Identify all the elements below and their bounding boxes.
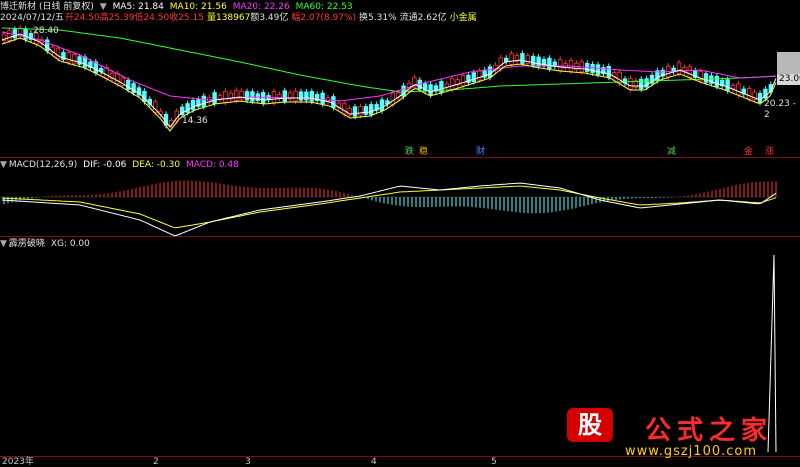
candle-body	[320, 92, 325, 105]
time-axis-label: 5	[491, 457, 497, 467]
candle-body	[687, 66, 692, 78]
candle-body	[736, 83, 741, 96]
candle-body	[12, 29, 17, 39]
xg-header: ▼ 霹雳破晓 XG: 0.00	[0, 238, 93, 250]
candle-body	[341, 102, 347, 115]
macd-dropdown-icon[interactable]: ▼	[0, 160, 7, 170]
candle-body	[244, 91, 250, 101]
candle-body	[250, 91, 255, 102]
candle-body	[282, 90, 287, 102]
candle-body	[72, 54, 77, 64]
candle-body	[55, 47, 61, 60]
kline-chart-canvas[interactable]	[0, 0, 800, 467]
macd-dea-line	[1, 185, 777, 229]
candle-body	[45, 39, 50, 52]
gszj-logo: 股 公式之家 www.gszj100.com	[555, 402, 800, 467]
candle-body	[368, 104, 374, 115]
candle-body	[390, 92, 395, 105]
macd-value: MACD: 0.48	[185, 160, 239, 170]
candle-body	[331, 96, 336, 108]
candle-body	[547, 57, 552, 70]
candle-body	[487, 66, 493, 78]
time-axis-label: 4	[371, 457, 377, 467]
candle-body	[363, 106, 368, 115]
candle-body	[606, 66, 611, 78]
macd-dif: DIF: -0.06	[83, 160, 127, 170]
candle-body	[503, 57, 509, 62]
candle-body	[747, 88, 752, 100]
high-price-label: 28.40	[33, 26, 59, 36]
candle-body	[509, 53, 514, 65]
macd-name[interactable]: MACD(12,26,9)	[9, 160, 77, 170]
candle-body	[536, 56, 541, 67]
xg-value: XG: 0.00	[50, 239, 90, 249]
candle-body	[703, 73, 709, 83]
candle-body	[223, 90, 228, 103]
xg-dropdown-icon[interactable]: ▼	[0, 239, 7, 249]
candle-body	[358, 106, 363, 116]
ma10-line	[1, 37, 777, 132]
macd-dea: DEA: -0.30	[132, 160, 181, 170]
candle-body	[725, 79, 730, 91]
candle-body	[449, 77, 455, 90]
candle-body	[460, 75, 466, 87]
candle-body	[471, 72, 476, 83]
macd-header: ▼ MACD(12,26,9) DIF: -0.06 DEA: -0.30 MAC…	[0, 159, 242, 171]
time-axis-label: 3	[245, 457, 251, 467]
candle-body	[217, 95, 223, 100]
logo-badge: 股	[567, 408, 613, 442]
pane-separator[interactable]	[0, 157, 800, 158]
candle-body	[428, 84, 433, 96]
xg-name[interactable]: 霹雳破晓	[9, 239, 45, 249]
candle-body	[298, 91, 304, 101]
candle-body	[590, 63, 595, 74]
candle-body	[639, 78, 644, 90]
candle-body	[498, 57, 503, 70]
candle-body	[628, 78, 633, 90]
candle-body	[115, 73, 120, 85]
pane-separator[interactable]	[0, 236, 800, 237]
candle-body	[595, 64, 601, 75]
candle-body	[201, 95, 206, 107]
candle-body	[563, 63, 568, 68]
candle-body	[7, 30, 12, 41]
right-price-marker: 23.06	[777, 74, 800, 85]
candle-body	[676, 62, 682, 75]
candle-body	[233, 90, 239, 101]
time-axis-label: 2023年	[2, 457, 34, 467]
candle-body	[293, 90, 298, 102]
candle-body	[476, 70, 482, 81]
logo-brand-text: 公式之家	[645, 416, 774, 446]
candle-body	[379, 99, 385, 112]
candle-body	[531, 55, 536, 66]
candle-body	[309, 91, 314, 102]
candle-body	[212, 92, 217, 105]
time-axis-label: 2	[153, 457, 159, 467]
candle-body	[714, 75, 719, 87]
candle-body	[190, 100, 196, 111]
right-low-label: 20.23 - 2	[764, 99, 796, 120]
candle-body	[558, 59, 563, 71]
candle-body	[352, 106, 358, 117]
candle-body	[66, 52, 71, 63]
low-price-label: 14.36	[182, 116, 208, 126]
candle-body	[520, 53, 525, 64]
price-scale-block	[777, 52, 800, 75]
candle-body	[444, 83, 449, 88]
logo-url: www.gszj100.com	[625, 444, 758, 459]
